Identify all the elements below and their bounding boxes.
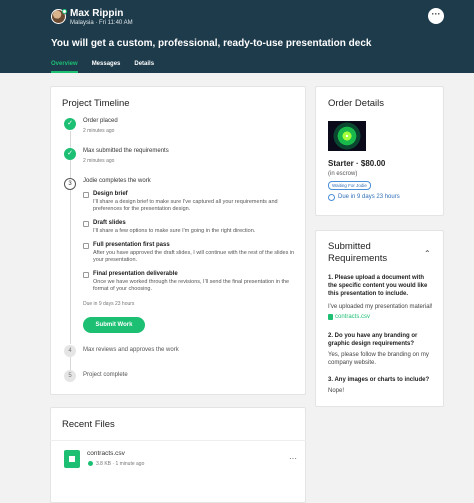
order-title: You will get a custom, professional, rea…	[51, 38, 372, 49]
task-checkbox[interactable]	[83, 243, 89, 249]
task-checkbox[interactable]	[83, 192, 89, 198]
task-description: I'll share a design brief to make sure I…	[93, 199, 278, 212]
step-done-icon: ✓	[64, 148, 76, 160]
attached-file-link[interactable]: contracts.csv	[335, 314, 370, 320]
task-title: Draft slides	[93, 220, 126, 226]
divider	[50, 440, 306, 441]
task-description: I'll share a few options to make sure I'…	[93, 228, 256, 234]
file-icon	[328, 314, 333, 320]
submit-work-button[interactable]: Submit Work	[83, 317, 145, 333]
order-header: Max Rippin Malaysia · Fri 11:40 AM ··· Y…	[0, 0, 474, 73]
step-current-icon: 3	[64, 178, 76, 190]
uploaded-check-icon	[88, 461, 93, 466]
step-pending-icon: 5	[64, 370, 76, 382]
task-checkbox[interactable]	[83, 272, 89, 278]
task-title: Design brief	[93, 191, 128, 197]
requirement-answer: I've uploaded my presentation material!	[328, 304, 433, 310]
task-description: Once we have worked through the revision…	[93, 279, 290, 292]
tab-overview[interactable]: Overview	[51, 61, 78, 73]
step-label: Max reviews and approves the work	[83, 347, 179, 353]
chevron-up-icon[interactable]: ⌃	[424, 249, 431, 258]
task-due-text: Due in 9 days 23 hours	[83, 301, 135, 307]
timeline-connector	[70, 357, 71, 370]
timeline-connector	[70, 131, 71, 149]
task-title: Full presentation first pass	[93, 242, 170, 248]
step-done-icon: ✓	[64, 118, 76, 130]
status-badge: Waiting For Jodie	[328, 181, 371, 190]
step-label: Order placed	[83, 118, 118, 124]
step-time: 2 minutes ago	[83, 158, 115, 164]
escrow-note: (in escrow)	[328, 171, 358, 177]
tab-messages[interactable]: Messages	[92, 61, 121, 73]
due-text: Due in 9 days 23 hours	[338, 194, 400, 200]
requirement-answer: Yes, please follow the branding on my co…	[328, 352, 429, 366]
file-more-icon[interactable]: ···	[289, 454, 297, 463]
timeline-connector	[70, 190, 71, 344]
user-location-time: Malaysia · Fri 11:40 AM	[70, 20, 133, 26]
step-time: 2 minutes ago	[83, 128, 115, 134]
order-details-title: Order Details	[328, 98, 384, 109]
step-label: Project complete	[83, 372, 128, 378]
timeline-connector	[70, 160, 71, 178]
timeline-title: Project Timeline	[62, 98, 130, 109]
online-status-icon	[62, 9, 67, 14]
requirements-title: Submitted Requirements	[328, 241, 388, 264]
task-title: Final presentation deliverable	[93, 271, 178, 277]
recent-files-title: Recent Files	[62, 419, 115, 430]
more-options-button[interactable]: ···	[428, 8, 444, 24]
order-tabs: Overview Messages Details	[51, 61, 154, 73]
task-description: After you have approved the draft slides…	[93, 250, 295, 263]
gig-thumbnail[interactable]	[328, 121, 366, 151]
step-label: Max submitted the requirements	[83, 148, 169, 154]
file-name[interactable]: contracts.csv	[87, 450, 125, 457]
requirement-question: 3. Any images or charts to include?	[328, 377, 430, 383]
file-meta: 3.8 KB · 1 minute ago	[96, 461, 145, 467]
tab-details[interactable]: Details	[134, 61, 154, 73]
requirement-question: 2. Do you have any branding or graphic d…	[328, 333, 418, 347]
file-icon[interactable]	[64, 450, 80, 468]
task-checkbox[interactable]	[83, 221, 89, 227]
step-pending-icon: 4	[64, 345, 76, 357]
package-price: Starter · $80.00	[328, 159, 386, 168]
clock-icon	[328, 194, 335, 201]
requirement-question: 1. Please upload a document with the spe…	[328, 275, 428, 297]
requirement-answer: Nope!	[328, 388, 345, 394]
user-name[interactable]: Max Rippin	[70, 8, 123, 19]
step-label: Jodie completes the work	[83, 178, 151, 184]
